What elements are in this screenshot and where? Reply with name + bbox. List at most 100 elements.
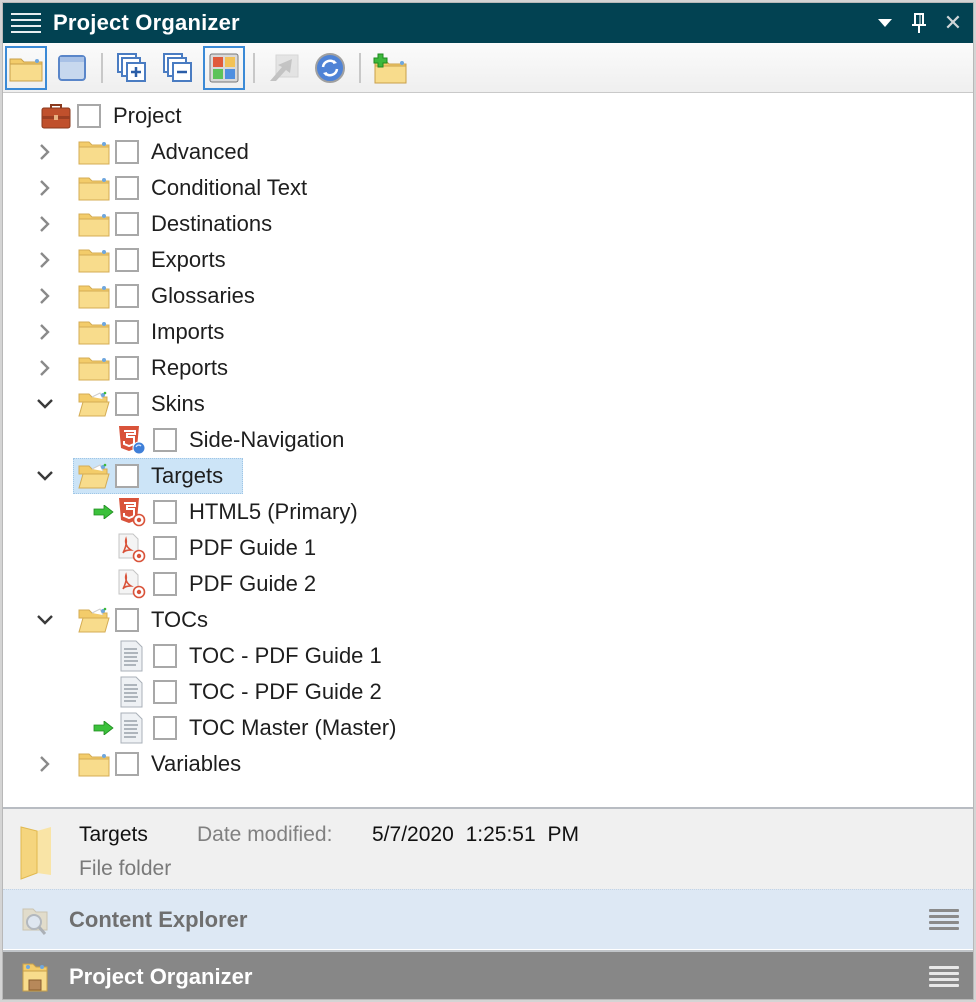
new-folder-button[interactable] — [369, 46, 411, 90]
tree-item-variables[interactable]: Variables — [77, 746, 241, 782]
chevron-down-icon[interactable] — [35, 602, 55, 638]
tree-item-toc-pdf-guide-2[interactable]: TOC - PDF Guide 2 — [115, 674, 382, 710]
tree-item-reports[interactable]: Reports — [77, 350, 228, 386]
toc-icon — [115, 712, 149, 744]
tree-label: Variables — [151, 751, 242, 776]
checkbox[interactable] — [115, 752, 139, 776]
checkbox[interactable] — [153, 644, 177, 668]
checkbox[interactable] — [115, 392, 139, 416]
refresh-button[interactable] — [309, 46, 351, 90]
toc-icon — [115, 640, 149, 672]
tree-label: PDF Guide 1 — [189, 535, 317, 560]
toolbar-separator — [359, 52, 361, 83]
content-explorer-tab[interactable]: Content Explorer — [3, 889, 973, 949]
chevron-right-icon[interactable] — [35, 242, 55, 278]
tree-item-targets[interactable]: Targets — [73, 458, 243, 494]
checkbox[interactable] — [77, 104, 101, 128]
chevron-right-icon[interactable] — [35, 350, 55, 386]
tree-item-destinations[interactable]: Destinations — [77, 206, 272, 242]
chevron-down-icon[interactable] — [35, 458, 55, 494]
project-tree: Project Advanced Conditional Text Destinat… — [3, 94, 973, 804]
folder-icon — [77, 173, 111, 203]
html5-skin-icon — [115, 425, 149, 455]
title-actions: ✕ — [875, 12, 963, 34]
folder-icon — [77, 749, 111, 779]
collapse-all-button[interactable] — [157, 46, 199, 90]
view-tiles-button[interactable] — [203, 45, 245, 90]
tree-label: Exports — [151, 247, 226, 272]
pin-button[interactable] — [909, 13, 929, 33]
open-folder-button[interactable] — [5, 45, 47, 90]
folder-large-icon — [15, 823, 55, 886]
menu-icon[interactable] — [929, 907, 959, 933]
checkbox[interactable] — [115, 356, 139, 380]
tree-label: Project — [113, 103, 182, 128]
dropdown-button[interactable] — [875, 13, 895, 33]
checkbox[interactable] — [115, 284, 139, 308]
tree-item-pdf-guide-2[interactable]: PDF Guide 2 — [115, 566, 316, 602]
checkbox[interactable] — [115, 212, 139, 236]
tree-item-advanced[interactable]: Advanced — [77, 134, 249, 170]
tree-item-pdf-guide-1[interactable]: PDF Guide 1 — [115, 530, 316, 566]
tree-label: Destinations — [151, 211, 273, 236]
project-organizer-tab[interactable]: Project Organizer — [3, 950, 973, 999]
project-organizer-icon — [17, 959, 53, 995]
tree-label: Conditional Text — [151, 175, 308, 200]
folder-icon — [77, 317, 111, 347]
details-name: Targets — [79, 823, 148, 846]
folder-icon — [77, 245, 111, 275]
checkbox[interactable] — [153, 572, 177, 596]
details-date-value: 5/7/2020 1:25:51 PM — [372, 823, 579, 846]
chevron-right-icon[interactable] — [35, 278, 55, 314]
chevron-right-icon[interactable] — [35, 314, 55, 350]
view-window-button[interactable] — [51, 46, 93, 90]
checkbox[interactable] — [153, 536, 177, 560]
checkbox[interactable] — [115, 140, 139, 164]
tree-label: Glossaries — [151, 283, 255, 308]
chevron-right-icon[interactable] — [35, 170, 55, 206]
menu-icon[interactable] — [929, 964, 959, 990]
tree-item-imports[interactable]: Imports — [77, 314, 224, 350]
tiles-icon — [209, 53, 239, 82]
refresh-icon — [315, 52, 345, 83]
checkbox[interactable] — [115, 464, 139, 488]
tree-item-tocs[interactable]: TOCs — [77, 602, 208, 638]
tree-item-glossaries[interactable]: Glossaries — [77, 278, 255, 314]
checkbox[interactable] — [153, 500, 177, 524]
new-folder-icon — [373, 53, 407, 83]
tree-label: PDF Guide 2 — [189, 571, 317, 596]
tree-label: Targets — [151, 463, 224, 488]
tree-item-toc-master-master[interactable]: TOC Master (Master) — [115, 710, 396, 746]
folder-open-icon — [77, 389, 111, 419]
tree-item-conditional-text[interactable]: Conditional Text — [77, 170, 307, 206]
tree-root-project[interactable]: Project — [39, 98, 181, 134]
chevron-right-icon[interactable] — [35, 206, 55, 242]
checkbox[interactable] — [153, 680, 177, 704]
tree-item-side-navigation[interactable]: Side-Navigation — [115, 422, 344, 458]
checkbox[interactable] — [115, 248, 139, 272]
checkbox[interactable] — [115, 608, 139, 632]
checkbox[interactable] — [115, 176, 139, 200]
tree-item-toc-pdf-guide-1[interactable]: TOC - PDF Guide 1 — [115, 638, 382, 674]
chevron-right-icon[interactable] — [35, 134, 55, 170]
move-up-icon — [270, 54, 299, 81]
checkbox[interactable] — [153, 428, 177, 452]
tree-label: Reports — [151, 355, 229, 380]
pdf-target-icon — [115, 533, 149, 563]
expand-all-button[interactable] — [111, 46, 153, 90]
chevron-down-icon[interactable] — [35, 386, 55, 422]
tree-item-exports[interactable]: Exports — [77, 242, 226, 278]
triangle-down-icon — [878, 19, 892, 27]
tree-item-html5-primary[interactable]: HTML5 (Primary) — [115, 494, 358, 530]
tree-label: Side-Navigation — [189, 427, 345, 452]
html5-target-icon — [115, 497, 149, 527]
checkbox[interactable] — [153, 716, 177, 740]
move-up-button[interactable] — [263, 46, 305, 90]
tree-item-skins[interactable]: Skins — [77, 386, 205, 422]
chevron-right-icon[interactable] — [35, 746, 55, 782]
hamburger-menu-icon[interactable] — [11, 11, 41, 35]
close-button[interactable]: ✕ — [943, 12, 963, 34]
checkbox[interactable] — [115, 320, 139, 344]
panel-title: Project Organizer — [53, 10, 240, 35]
tree-label: TOC - PDF Guide 2 — [189, 679, 382, 704]
